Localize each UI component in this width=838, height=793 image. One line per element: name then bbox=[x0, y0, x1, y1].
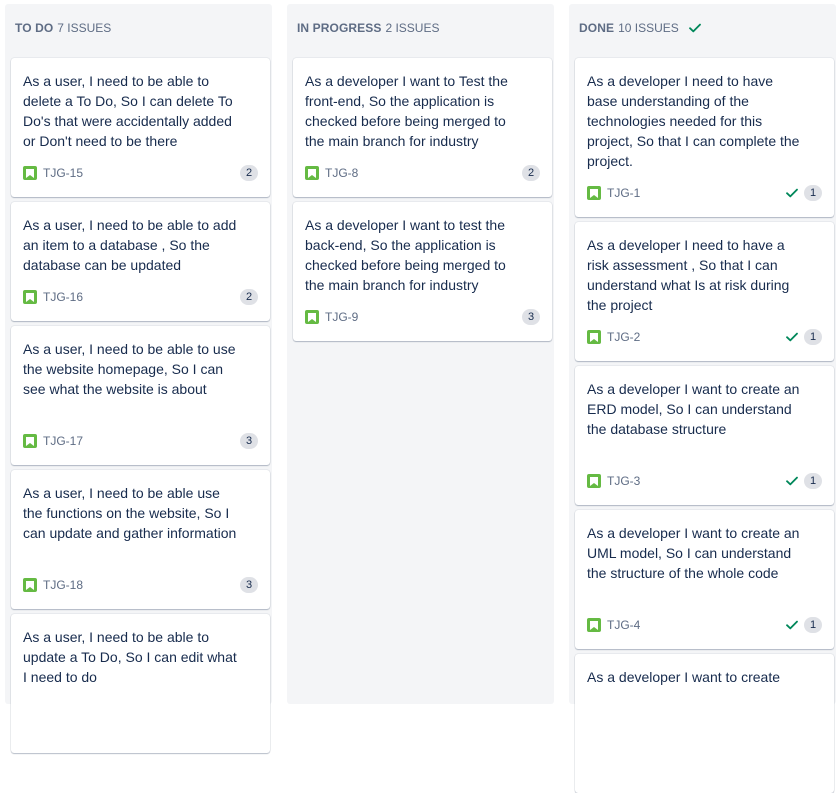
story-points-badge: 2 bbox=[522, 165, 540, 181]
story-points-badge: 3 bbox=[522, 309, 540, 325]
issue-summary: As a developer I want to Test the front-… bbox=[305, 73, 508, 149]
story-points-badge: 3 bbox=[240, 433, 258, 449]
issue-card[interactable]: As a developer I need to have base under… bbox=[575, 58, 834, 217]
story-points-badge: 1 bbox=[804, 185, 822, 201]
column-title: IN PROGRESS bbox=[297, 21, 382, 35]
story-points-badge: 1 bbox=[804, 473, 822, 489]
issue-card[interactable]: As a user, I need to be able to use the … bbox=[11, 326, 270, 465]
issue-summary: As a user, I need to be able to add an i… bbox=[23, 217, 237, 273]
story-points-badge: 3 bbox=[240, 577, 258, 593]
issue-summary: As a developer I want to create an UML m… bbox=[587, 525, 800, 581]
issue-key[interactable]: TJG-17 bbox=[43, 434, 83, 448]
issue-key[interactable]: TJG-2 bbox=[607, 330, 640, 344]
issue-card[interactable]: As a developer I want to create an ERD m… bbox=[575, 366, 834, 505]
column-title: TO DO bbox=[15, 21, 54, 35]
story-points-badge: 2 bbox=[240, 165, 258, 181]
issue-card[interactable]: As a developer I need to have a risk ass… bbox=[575, 222, 834, 361]
issue-card[interactable]: As a developer I want to create an UML m… bbox=[575, 510, 834, 649]
story-icon bbox=[587, 330, 601, 344]
issue-key[interactable]: TJG-3 bbox=[607, 474, 640, 488]
story-icon bbox=[305, 166, 319, 180]
issue-key[interactable]: TJG-1 bbox=[607, 186, 640, 200]
done-check-icon bbox=[786, 476, 798, 486]
column-to-do: TO DO 7 ISSUES As a user, I need to be a… bbox=[5, 4, 272, 753]
issue-summary: As a developer I want to create an ERD m… bbox=[587, 381, 800, 437]
issue-card[interactable]: As a user, I need to be able use the fun… bbox=[11, 470, 270, 609]
issue-summary: As a developer I want to create bbox=[587, 669, 780, 685]
column-header: DONE 10 ISSUES bbox=[579, 21, 701, 35]
column-issue-count: 2 ISSUES bbox=[385, 21, 440, 35]
issue-key[interactable]: TJG-18 bbox=[43, 578, 83, 592]
issue-card[interactable]: As a user, I need to be able to update a… bbox=[11, 614, 270, 753]
issue-summary: As a user, I need to be able to delete a… bbox=[23, 73, 233, 149]
story-icon bbox=[305, 310, 319, 324]
story-icon bbox=[23, 290, 37, 304]
column-issue-count: 10 ISSUES bbox=[618, 21, 679, 35]
done-check-icon bbox=[786, 620, 798, 630]
done-check-icon bbox=[786, 188, 798, 198]
story-icon bbox=[23, 166, 37, 180]
issue-card[interactable]: As a developer I want to create bbox=[575, 654, 834, 793]
issue-card[interactable]: As a user, I need to be able to add an i… bbox=[11, 202, 270, 321]
issue-key[interactable]: TJG-9 bbox=[325, 310, 358, 324]
story-points-badge: 2 bbox=[240, 289, 258, 305]
story-icon bbox=[587, 186, 601, 200]
story-points-badge: 1 bbox=[804, 329, 822, 345]
issue-summary: As a developer I need to have base under… bbox=[587, 73, 800, 169]
story-points-badge: 1 bbox=[804, 617, 822, 633]
issue-summary: As a developer I need to have a risk ass… bbox=[587, 237, 790, 313]
issue-card[interactable]: As a developer I want to test the back-e… bbox=[293, 202, 552, 341]
issue-card[interactable]: As a developer I want to Test the front-… bbox=[293, 58, 552, 197]
issue-key[interactable]: TJG-15 bbox=[43, 166, 83, 180]
done-check-icon bbox=[786, 332, 798, 342]
column-header: IN PROGRESS 2 ISSUES bbox=[297, 21, 439, 35]
story-icon bbox=[23, 578, 37, 592]
issue-summary: As a developer I want to test the back-e… bbox=[305, 217, 506, 293]
issue-card[interactable]: As a user, I need to be able to delete a… bbox=[11, 58, 270, 197]
story-icon bbox=[587, 618, 601, 632]
issue-key[interactable]: TJG-4 bbox=[607, 618, 640, 632]
issue-key[interactable]: TJG-16 bbox=[43, 290, 83, 304]
column-done: DONE 10 ISSUES As a developer I need to … bbox=[569, 4, 836, 793]
issue-key[interactable]: TJG-8 bbox=[325, 166, 358, 180]
issue-summary: As a user, I need to be able to update a… bbox=[23, 629, 237, 685]
story-icon bbox=[587, 474, 601, 488]
column-in-progress: IN PROGRESS 2 ISSUES As a developer I wa… bbox=[287, 4, 554, 704]
check-icon bbox=[688, 23, 701, 33]
issue-summary: As a user, I need to be able to use the … bbox=[23, 341, 236, 397]
column-header: TO DO 7 ISSUES bbox=[15, 21, 111, 35]
column-title: DONE bbox=[579, 21, 615, 35]
column-issue-count: 7 ISSUES bbox=[57, 21, 112, 35]
issue-summary: As a user, I need to be able use the fun… bbox=[23, 485, 237, 541]
story-icon bbox=[23, 434, 37, 448]
